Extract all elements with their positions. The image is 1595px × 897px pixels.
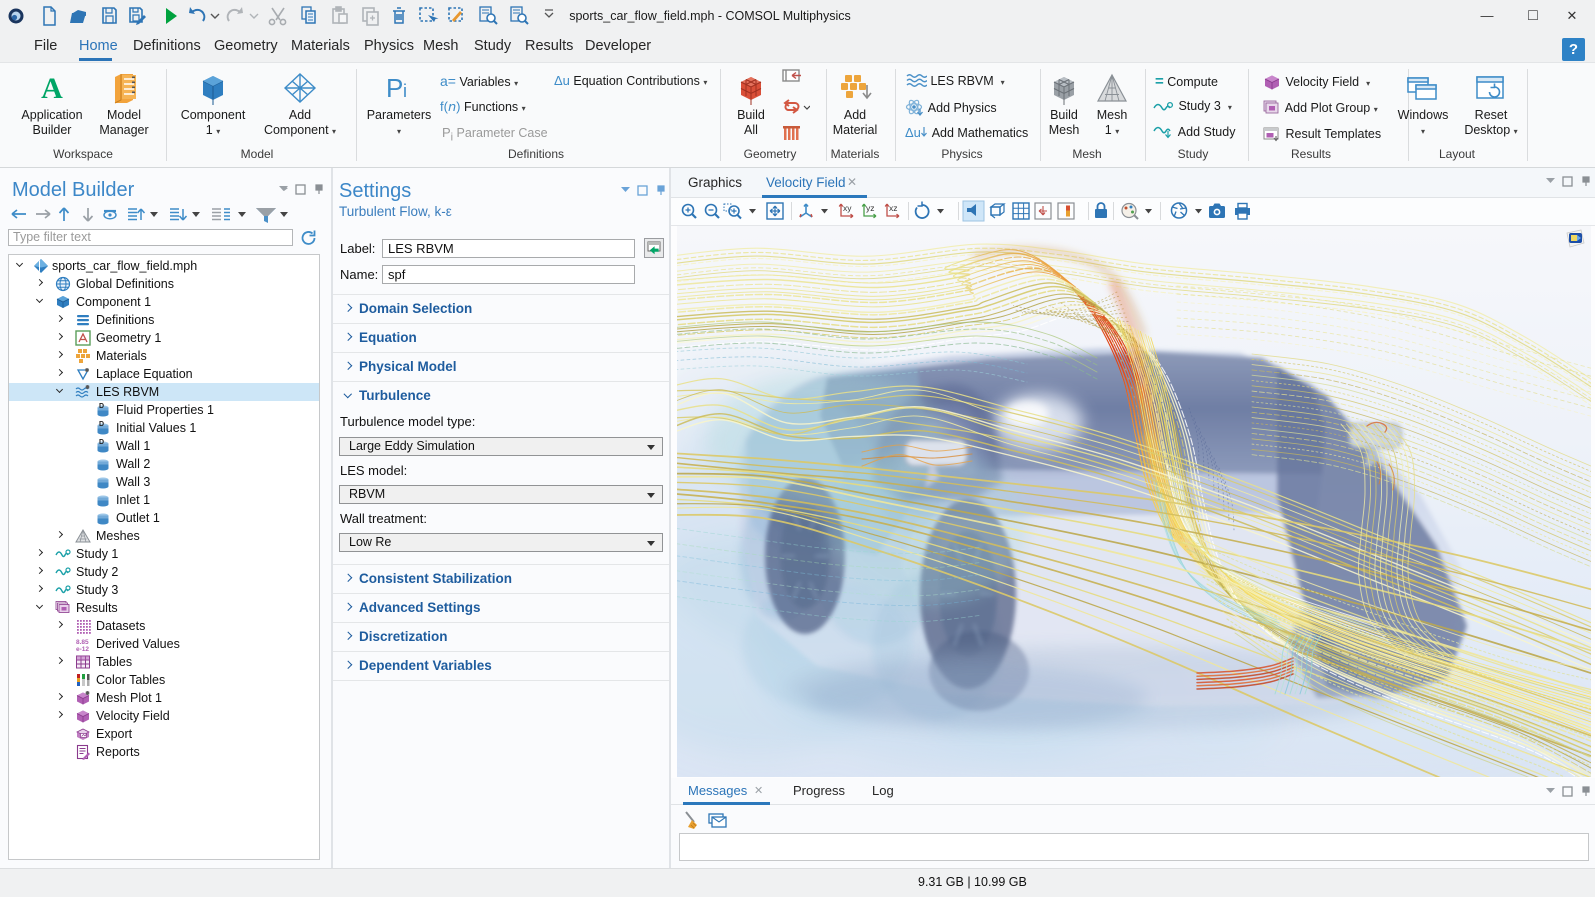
svg-text:yz: yz bbox=[866, 203, 875, 213]
svg-text:D: D bbox=[99, 439, 104, 446]
svg-text:xy: xy bbox=[843, 203, 852, 213]
svg-text:8.85: 8.85 bbox=[76, 639, 89, 646]
svg-text:i: i bbox=[403, 81, 407, 101]
svg-text:P: P bbox=[386, 73, 403, 103]
svg-text:D: D bbox=[99, 403, 104, 410]
svg-text:D: D bbox=[99, 421, 104, 428]
svg-text:A: A bbox=[41, 72, 63, 105]
svg-text:xz: xz bbox=[889, 203, 898, 213]
svg-text:e-12: e-12 bbox=[76, 646, 89, 652]
